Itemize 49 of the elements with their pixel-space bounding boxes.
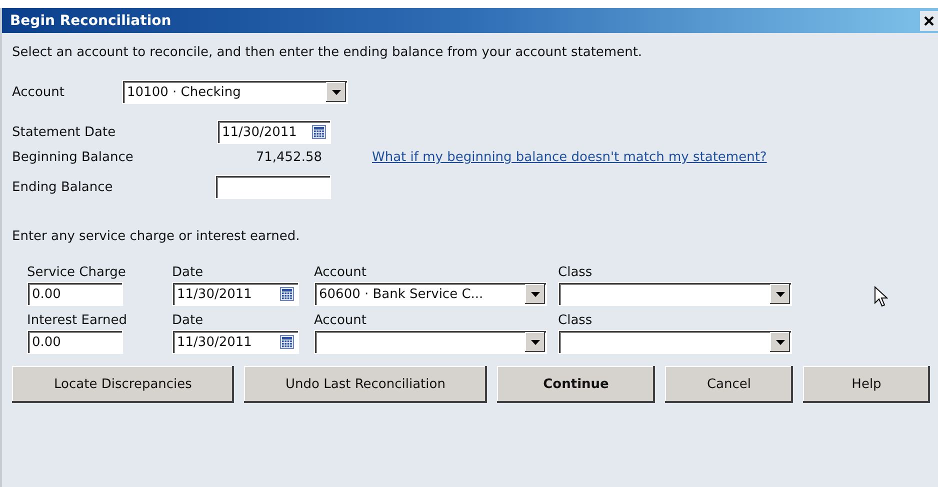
- caret-icon: [776, 340, 784, 344]
- ending-balance-field[interactable]: [215, 175, 331, 199]
- close-icon: [924, 16, 934, 26]
- close-button[interactable]: [920, 10, 938, 30]
- dropdown-button[interactable]: [326, 82, 346, 102]
- date-field[interactable]: 11/30/2011: [217, 120, 331, 144]
- account-label: Account: [314, 312, 368, 330]
- dropdown-field[interactable]: [314, 330, 547, 354]
- class-label: Class: [558, 312, 594, 330]
- amount-label: Interest Earned: [27, 312, 128, 330]
- calendar-icon[interactable]: [280, 335, 294, 349]
- date-field[interactable]: 11/30/2011: [172, 330, 299, 354]
- beginning-balance-label: Beginning Balance: [12, 150, 134, 165]
- caret-icon: [776, 292, 784, 296]
- dialog-button[interactable]: Continue: [497, 366, 655, 403]
- dropdown-button[interactable]: [770, 332, 790, 352]
- amount-label: Service Charge: [27, 264, 127, 282]
- dropdown-field[interactable]: [558, 330, 792, 354]
- calendar-icon[interactable]: [280, 287, 294, 301]
- dropdown-button[interactable]: [525, 284, 545, 304]
- beginning-balance-value: 71,452.58: [254, 150, 322, 165]
- calendar-icon[interactable]: [312, 125, 326, 139]
- caret-icon: [530, 292, 540, 296]
- balance-help-link[interactable]: What if my beginning balance doesn't match my statement?: [372, 150, 767, 165]
- statement-date-label: Statement Date: [12, 124, 117, 140]
- dropdown-button[interactable]: [525, 332, 545, 352]
- mouse-pointer-icon: [874, 286, 888, 308]
- dialog-button[interactable]: Locate Discrepancies: [12, 366, 234, 403]
- window-title: Begin Reconciliation: [10, 12, 172, 28]
- adjustments-instruction-text: Enter any service charge or interest earned.: [12, 229, 301, 244]
- dropdown-field[interactable]: [558, 282, 792, 306]
- amount-field[interactable]: 0.00: [27, 282, 123, 306]
- instruction-text: Select an account to reconcile, and then enter the ending balance from your account statement.: [12, 45, 644, 60]
- date-label: Date: [172, 264, 204, 282]
- amount-field[interactable]: 0.00: [27, 330, 123, 354]
- dropdown-field[interactable]: 60600 · Bank Service C...: [314, 282, 547, 306]
- date-field[interactable]: 11/30/2011: [172, 282, 299, 306]
- dropdown-button[interactable]: [770, 284, 790, 304]
- dialog-button[interactable]: Undo Last Reconciliation: [244, 366, 487, 403]
- class-label: Class: [558, 264, 594, 282]
- account-label: Account: [12, 84, 66, 100]
- date-label: Date: [172, 312, 204, 330]
- ending-balance-label: Ending Balance: [12, 180, 114, 194]
- caret-icon: [332, 90, 340, 94]
- dropdown-field[interactable]: 10100 · Checking: [122, 80, 348, 104]
- dialog-button[interactable]: Help: [803, 366, 930, 403]
- caret-icon: [530, 340, 540, 344]
- dialog-button[interactable]: Cancel: [665, 366, 793, 403]
- account-label: Account: [314, 264, 368, 282]
